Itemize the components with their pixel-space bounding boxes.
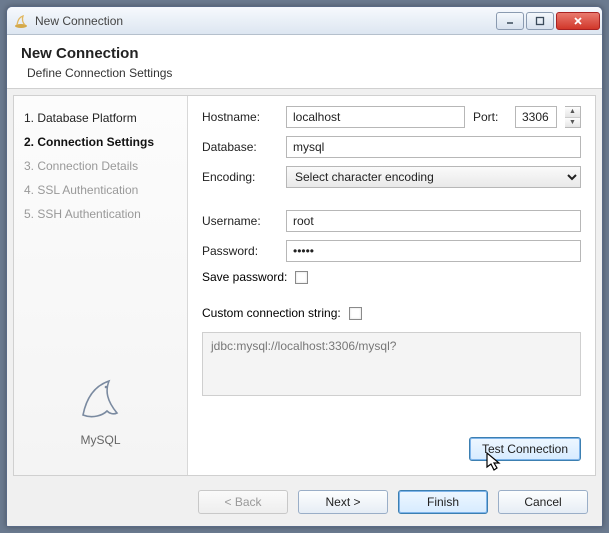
port-spinner[interactable]: ▲ ▼ <box>565 106 581 128</box>
encoding-select[interactable]: Select character encoding <box>286 166 581 188</box>
next-button[interactable]: Next > <box>298 490 388 514</box>
custom-string-label: Custom connection string: <box>202 306 341 320</box>
save-password-label: Save password: <box>202 270 287 284</box>
maximize-button[interactable] <box>526 12 554 30</box>
step-connection-details: 3. Connection Details <box>20 154 181 178</box>
form-pane: Hostname: Port: ▲ ▼ Database: Encoding: … <box>188 96 595 475</box>
step-database-platform[interactable]: 1. Database Platform <box>20 106 181 130</box>
back-button[interactable]: < Back <box>198 490 288 514</box>
cancel-button[interactable]: Cancel <box>498 490 588 514</box>
save-password-checkbox[interactable] <box>295 271 308 284</box>
wizard-steps: 1. Database Platform 2. Connection Setti… <box>14 96 188 475</box>
username-input[interactable] <box>286 210 581 232</box>
port-label: Port: <box>473 110 507 124</box>
step-ssh-authentication: 5. SSH Authentication <box>20 202 181 226</box>
titlebar: New Connection <box>7 7 602 35</box>
finish-button[interactable]: Finish <box>398 490 488 514</box>
page-title: New Connection <box>21 45 588 62</box>
wizard-footer: < Back Next > Finish Cancel <box>7 482 602 526</box>
page-subtitle: Define Connection Settings <box>21 66 588 80</box>
database-name: MySQL <box>80 433 120 447</box>
database-label: Database: <box>202 140 278 154</box>
password-input[interactable] <box>286 240 581 262</box>
password-label: Password: <box>202 244 278 258</box>
window-controls <box>496 12 600 30</box>
spinner-up-icon[interactable]: ▲ <box>565 107 580 118</box>
window-title: New Connection <box>35 14 490 28</box>
close-button[interactable] <box>556 12 600 30</box>
hostname-label: Hostname: <box>202 110 278 124</box>
step-ssl-authentication: 4. SSL Authentication <box>20 178 181 202</box>
dialog-window: New Connection New Connection Define Con… <box>6 6 603 527</box>
wizard-header: New Connection Define Connection Setting… <box>7 35 602 89</box>
wizard-body: 1. Database Platform 2. Connection Setti… <box>13 95 596 476</box>
custom-string-checkbox[interactable] <box>349 307 362 320</box>
database-input[interactable] <box>286 136 581 158</box>
spinner-down-icon[interactable]: ▼ <box>565 118 580 128</box>
custom-string-textarea: jdbc:mysql://localhost:3306/mysql? <box>202 332 581 396</box>
username-label: Username: <box>202 214 278 228</box>
database-logo: MySQL <box>20 371 181 465</box>
test-connection-button[interactable]: Test Connection <box>469 437 581 461</box>
app-icon <box>13 13 29 29</box>
step-connection-settings[interactable]: 2. Connection Settings <box>20 130 181 154</box>
hostname-input[interactable] <box>286 106 465 128</box>
mysql-dolphin-icon <box>73 371 129 427</box>
encoding-label: Encoding: <box>202 170 278 184</box>
minimize-button[interactable] <box>496 12 524 30</box>
port-input[interactable] <box>515 106 557 128</box>
